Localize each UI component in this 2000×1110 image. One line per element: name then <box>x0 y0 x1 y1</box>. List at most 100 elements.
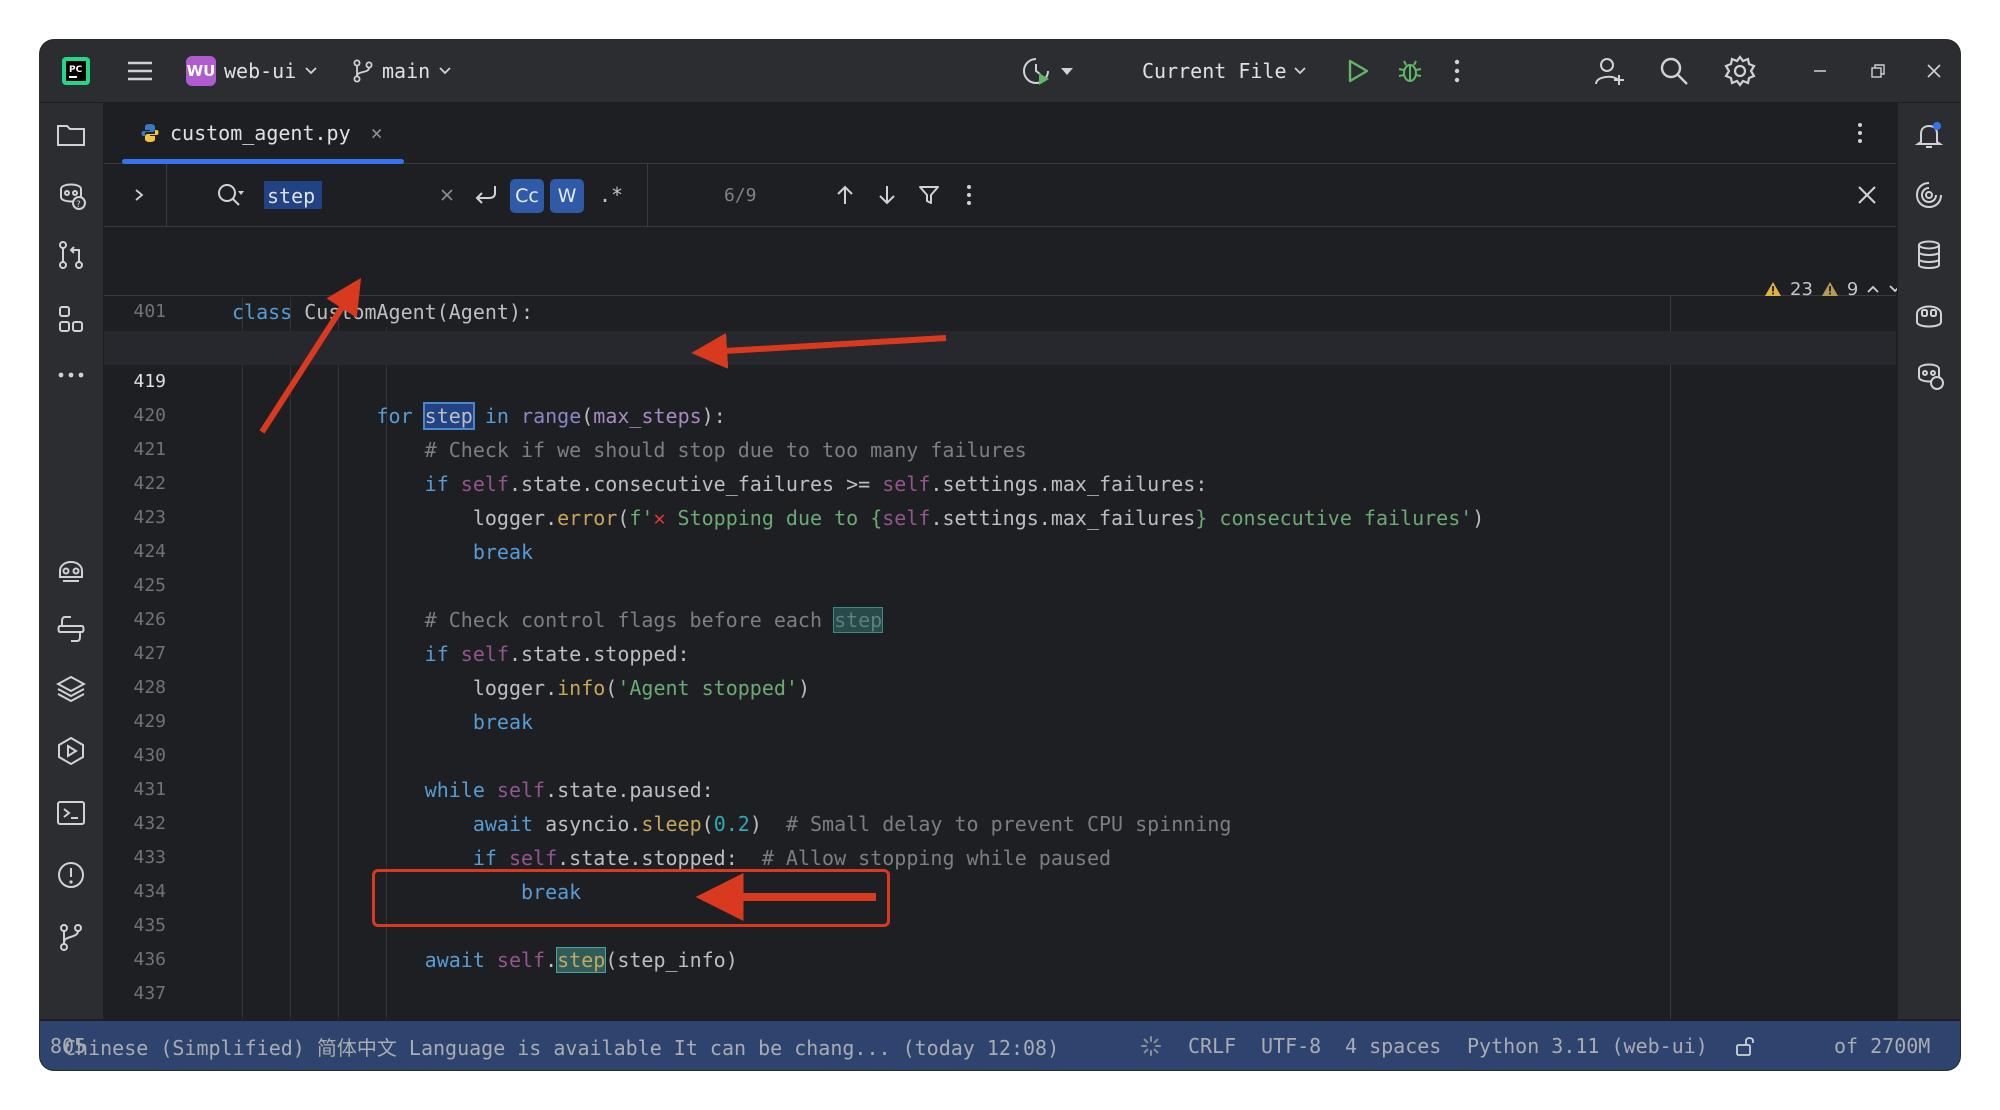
services-icon[interactable] <box>51 731 91 771</box>
layers-icon[interactable] <box>51 669 91 709</box>
more-actions-icon[interactable] <box>1442 40 1472 102</box>
project-name: web-ui <box>224 59 297 83</box>
code-line[interactable]: 429 <box>104 671 1896 732</box>
debug-icon[interactable] <box>1392 40 1428 102</box>
code-line[interactable]: 425 # Check control flags before each st… <box>104 535 1896 633</box>
find-bar: Cc W .* 6/9 <box>104 164 1896 227</box>
status-message[interactable]: Chinese (Simplified) 简体中文 Language is av… <box>64 1021 1059 1070</box>
terminal-icon[interactable] <box>51 793 91 833</box>
sticky-lines-separator <box>104 295 1896 296</box>
run-widget[interactable] <box>1020 40 1074 102</box>
ai-assistant-right-icon[interactable] <box>1909 355 1949 395</box>
copilot-icon[interactable] <box>1909 295 1949 335</box>
previous-occurrence-arrow-up-icon[interactable] <box>828 164 862 226</box>
next-occurrence-arrow-down-icon[interactable] <box>870 164 904 226</box>
expand-replace-chevron-icon[interactable] <box>124 164 154 226</box>
indent-selector[interactable]: 4 spaces <box>1345 1021 1441 1070</box>
filter-icon[interactable] <box>912 164 946 226</box>
search-input[interactable] <box>267 181 427 211</box>
code-line[interactable]: 437 if self.state.history.is_done(): <box>104 943 1896 1019</box>
settings-gear-icon[interactable] <box>1720 40 1760 102</box>
tab-filename: custom_agent.py <box>170 121 351 145</box>
branch-name: main <box>382 59 431 83</box>
minimize-window-icon[interactable] <box>1800 40 1840 102</box>
code-line[interactable]: 430 while self.state.paused: <box>104 705 1896 802</box>
more-tool-windows-icon[interactable] <box>51 355 91 395</box>
code-line[interactable]: 426 if self.state.stopped: <box>104 569 1896 666</box>
warning-count: 23 <box>1790 278 1813 300</box>
branch-selector[interactable]: main <box>352 40 452 102</box>
status-bar: Chinese (Simplified) 简体中文 Language is av… <box>40 1020 1960 1070</box>
code-line[interactable]: 421 if self.state.consecutive_failures >… <box>104 399 1896 496</box>
close-find-bar-icon[interactable] <box>1850 164 1884 226</box>
caret-down-icon <box>1060 66 1074 76</box>
run-configuration-label: Current File <box>1142 59 1287 83</box>
ide-window: PC WU web-ui main Current File ? custom_… <box>40 40 1960 1070</box>
python-packages-icon[interactable] <box>51 549 91 589</box>
run-configuration-selector[interactable]: Current File <box>1142 40 1307 102</box>
tab-close-icon[interactable]: × <box>371 121 383 145</box>
pycharm-logo-icon[interactable]: PC <box>56 40 96 102</box>
match-case-toggle[interactable]: Cc <box>510 179 544 213</box>
svg-text:PC: PC <box>69 65 83 75</box>
project-badge: WU <box>186 56 216 86</box>
code-line[interactable]: 431 await asyncio.sleep(0.2) # Small del… <box>104 739 1896 836</box>
sticky-line[interactable]: 401 async def run(self, max_steps: int =… <box>104 261 1896 358</box>
notifications-bell-icon[interactable] <box>1909 115 1949 155</box>
code-line[interactable]: 424 <box>104 501 1896 562</box>
problems-icon[interactable] <box>51 855 91 895</box>
code-with-me-icon[interactable] <box>1590 40 1630 102</box>
code-line[interactable]: 438 if self.settings.validate_output and… <box>104 977 1896 1019</box>
warning-triangle-icon <box>1764 281 1782 297</box>
code-line-current[interactable]: 419 for step in range(max_steps): <box>104 331 1896 430</box>
main-menu-icon[interactable] <box>120 40 160 102</box>
code-line[interactable]: 433 break <box>104 807 1896 904</box>
regex-toggle[interactable]: .* <box>594 164 628 226</box>
inspection-widget[interactable]: 23 9 <box>1764 274 1902 304</box>
clear-search-icon[interactable] <box>434 164 460 226</box>
search-history-icon[interactable] <box>214 164 248 226</box>
tab-actions-more-icon[interactable] <box>1840 113 1880 153</box>
find-more-options-icon[interactable] <box>954 164 984 226</box>
run-history-icon <box>1020 55 1052 87</box>
code-line[interactable]: 428 break <box>104 637 1896 734</box>
structure-icon[interactable] <box>51 299 91 339</box>
progress-spinner-icon <box>1138 1021 1164 1070</box>
database-icon[interactable] <box>1909 235 1949 275</box>
code-line[interactable]: 427 logger.info('Agent stopped') <box>104 603 1896 700</box>
code-line[interactable]: 423 break <box>104 467 1896 564</box>
chevron-down-icon <box>304 66 318 76</box>
git-icon[interactable] <box>51 917 91 957</box>
pull-requests-icon[interactable] <box>51 235 91 275</box>
file-encoding-selector[interactable]: UTF-8 <box>1261 1021 1321 1070</box>
restore-window-icon[interactable] <box>1858 40 1898 102</box>
svg-text:?: ? <box>76 200 81 210</box>
code-line[interactable]: 432 if self.state.stopped: # Allow stopp… <box>104 773 1896 870</box>
ai-assistant-icon[interactable]: ? <box>51 175 91 215</box>
search-everywhere-icon[interactable] <box>1654 40 1694 102</box>
whole-words-toggle[interactable]: W <box>550 179 584 213</box>
new-line-icon[interactable] <box>468 164 504 226</box>
chevron-up-icon[interactable] <box>1866 284 1880 294</box>
python-console-icon[interactable] <box>51 609 91 649</box>
ai-chat-swirl-icon[interactable] <box>1909 175 1949 215</box>
editor-tab-bar: custom_agent.py × <box>104 103 1896 164</box>
tab-custom-agent[interactable]: custom_agent.py × <box>122 103 404 164</box>
code-line[interactable]: 420 # Check if we should stop due to too… <box>104 365 1896 462</box>
sticky-line[interactable]: 60 class CustomAgent(Agent): <box>104 227 1896 324</box>
line-number: 438 <box>104 1011 166 1019</box>
code-line[interactable]: 422 logger.error(f'✕ Stopping due to {se… <box>104 433 1896 530</box>
right-tool-strip <box>1897 103 1960 1019</box>
find-bar-divider <box>166 164 167 226</box>
project-folder-icon[interactable] <box>51 115 91 155</box>
code-line[interactable]: 418 <box>104 297 1896 358</box>
project-selector[interactable]: WU web-ui <box>186 40 318 102</box>
python-interpreter-selector[interactable]: Python 3.11 (web-ui) <box>1467 1021 1708 1070</box>
line-separator-selector[interactable]: CRLF <box>1188 1021 1236 1070</box>
left-tool-strip: ? <box>40 103 104 1019</box>
memory-indicator-total[interactable]: of 2700M <box>1834 1021 1930 1070</box>
run-icon[interactable] <box>1340 40 1376 102</box>
unlock-icon[interactable] <box>1730 1021 1760 1070</box>
close-window-icon[interactable] <box>1914 40 1954 102</box>
weak-warning-count: 9 <box>1846 278 1859 300</box>
